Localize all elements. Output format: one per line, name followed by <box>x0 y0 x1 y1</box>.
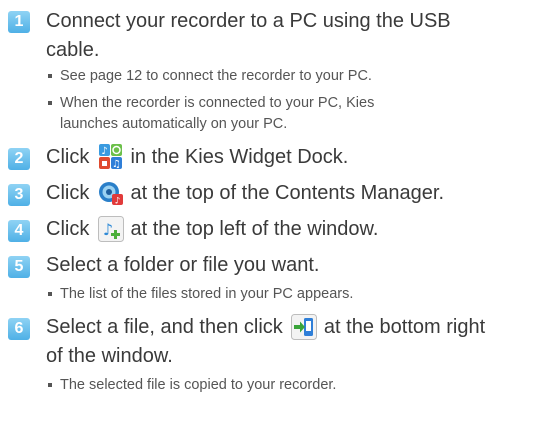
step-text-line: Connect your recorder to a PC using the … <box>46 10 451 32</box>
note-text: See page 12 to connect the recorder to y… <box>60 68 372 84</box>
note-text: The selected file is copied to your reco… <box>60 377 337 393</box>
step-text: at the top of the Contents Manager. <box>130 182 445 204</box>
step-text: Click <box>46 182 90 204</box>
step-number: 6 <box>8 318 30 340</box>
note-text: When the recorder is connected to your P… <box>60 95 375 111</box>
widget-dock-icon: ♪ ♫ <box>98 144 122 170</box>
step-text-line: Select a file, and then click at the bot… <box>46 314 485 340</box>
note-item: See page 12 to connect the recorder to y… <box>48 66 372 87</box>
svg-text:♫: ♫ <box>112 159 121 170</box>
note-text-continued: launches automatically on your PC. <box>60 116 288 132</box>
step-number: 4 <box>8 220 30 242</box>
step-text-line: Click ♪ at the top left of the window. <box>46 216 378 242</box>
step-text-line: Click ♪ ♫ in the Kies Widget Dock. <box>46 144 348 170</box>
bullet-icon <box>48 292 52 296</box>
step-number: 5 <box>8 256 30 278</box>
step-number: 3 <box>8 184 30 206</box>
bullet-icon <box>48 74 52 78</box>
note-text: The list of the files stored in your PC … <box>60 286 354 302</box>
note-item: The selected file is copied to your reco… <box>48 375 337 396</box>
step-text-line: cable. <box>46 39 100 61</box>
transfer-to-device-icon <box>291 314 318 340</box>
step-text: in the Kies Widget Dock. <box>130 146 349 168</box>
step-text-line: Select a folder or file you want. <box>46 254 320 276</box>
contents-manager-icon: ♪ <box>98 180 123 207</box>
step-number: 1 <box>8 11 30 33</box>
svg-text:♪: ♪ <box>115 197 121 207</box>
step-number: 2 <box>8 148 30 170</box>
svg-text:♪: ♪ <box>101 146 107 157</box>
bullet-icon <box>48 383 52 387</box>
step-text: at the top left of the window. <box>130 218 379 240</box>
step-text-line: Click ♪ at the top of the Contents Manag… <box>46 180 444 206</box>
step-text: Select a file, and then click <box>46 316 283 338</box>
step-text: at the bottom right <box>323 316 486 338</box>
step-text-line: of the window. <box>46 345 173 367</box>
step-text: Click <box>46 218 90 240</box>
add-music-icon: ♪ <box>97 216 124 242</box>
note-item: When the recorder is connected to your P… <box>48 93 375 114</box>
bullet-icon <box>48 101 52 105</box>
svg-text:♪: ♪ <box>103 220 113 239</box>
note-item: The list of the files stored in your PC … <box>48 284 354 305</box>
step-text: Click <box>46 146 90 168</box>
